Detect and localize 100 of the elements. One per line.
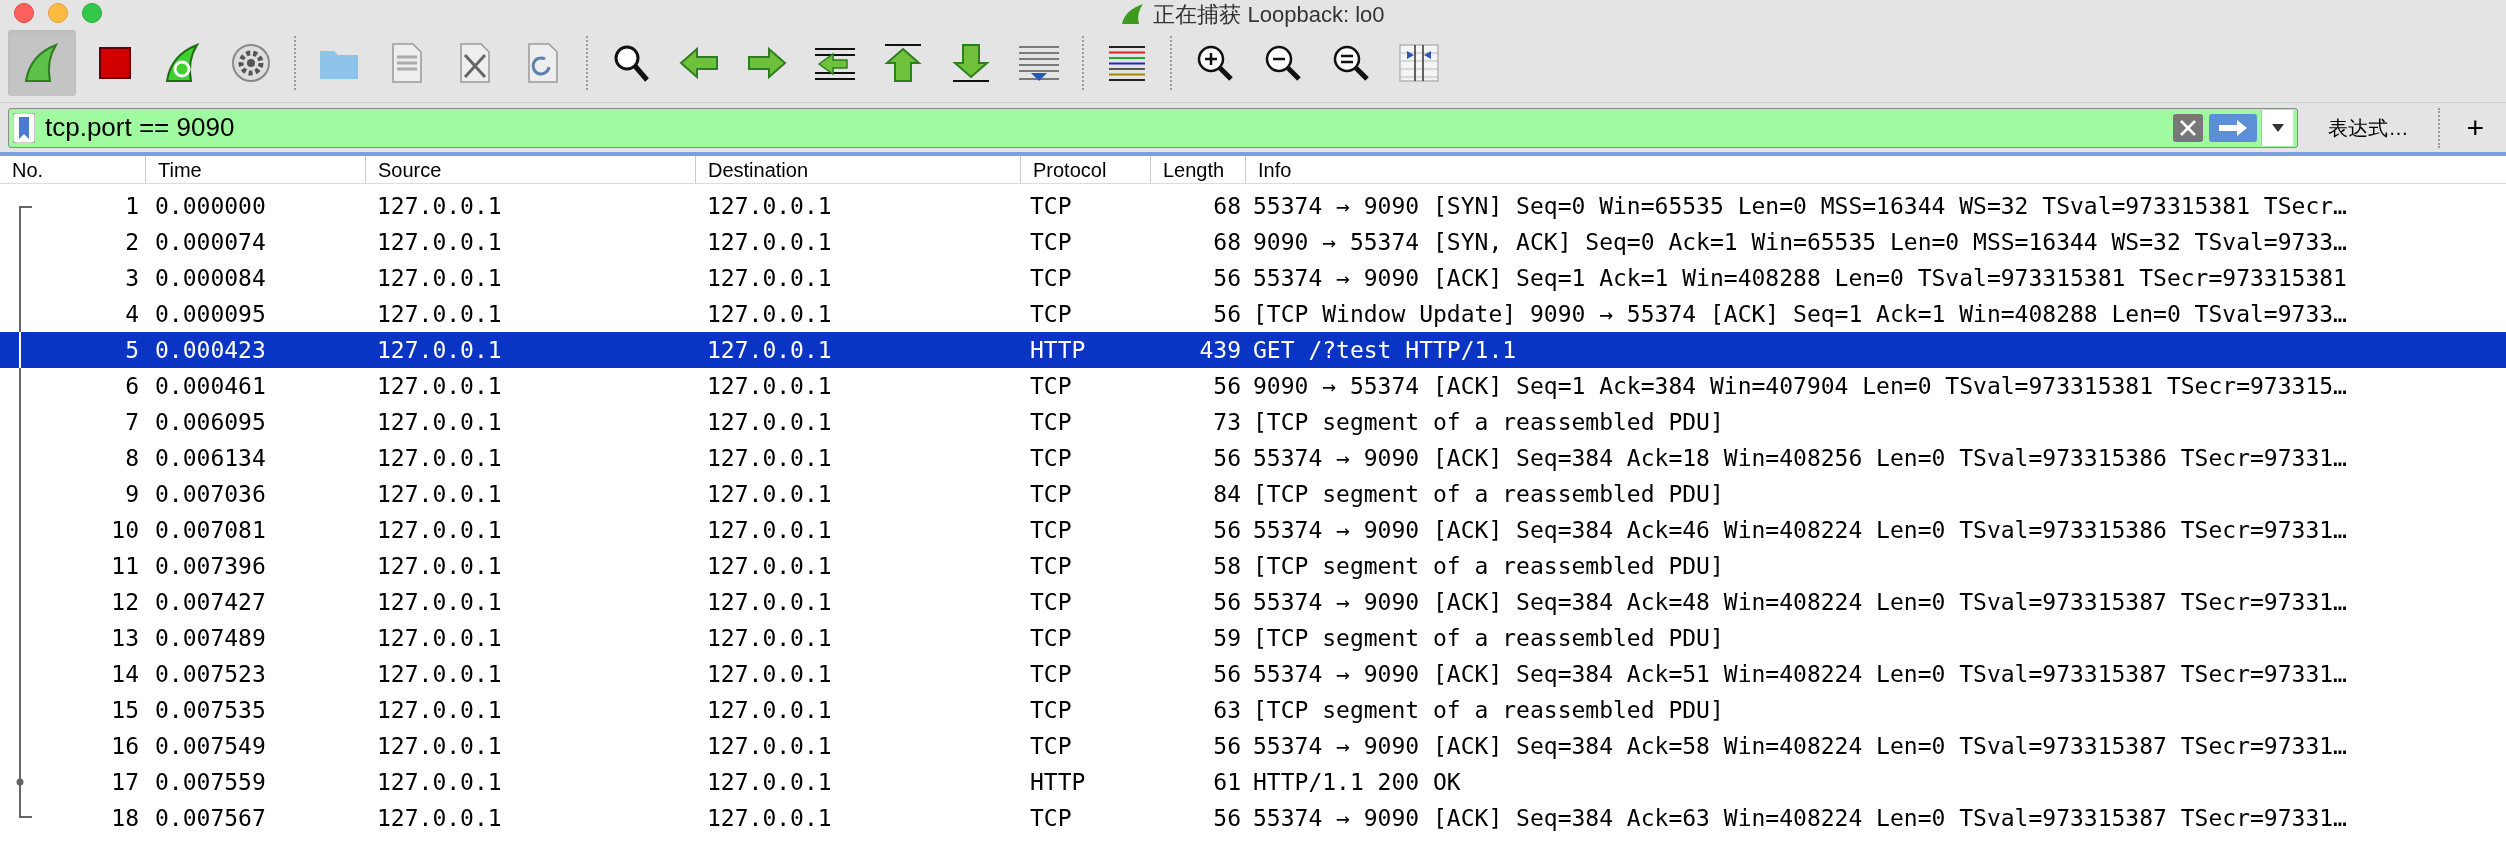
table-cell: 127.0.0.1	[377, 408, 502, 435]
column-header[interactable]: Length	[1163, 154, 1225, 185]
table-cell: [TCP segment of a reassembled PDU]	[1253, 408, 1724, 435]
table-cell: 0.007489	[155, 624, 266, 651]
table-cell: 9090 → 55374 [SYN, ACK] Seq=0 Ack=1 Win=65535 Len=0 MSS=16344 WS=32 TSval=9733…	[1253, 228, 2347, 255]
table-cell: [TCP segment of a reassembled PDU]	[1253, 696, 1724, 723]
table-cell: [TCP segment of a reassembled PDU]	[1253, 624, 1724, 651]
table-cell: 127.0.0.1	[377, 192, 502, 219]
table-cell: 127.0.0.1	[707, 624, 832, 651]
table-cell: 56	[1213, 588, 1241, 615]
table-cell: 0.000000	[155, 192, 266, 219]
table-cell: 58	[1213, 552, 1241, 579]
table-cell-text: 16	[110, 731, 139, 761]
table-cell: 127.0.0.1	[377, 696, 502, 723]
column-header[interactable]: Time	[158, 154, 202, 185]
table-cell: 127.0.0.1	[707, 228, 832, 255]
table-cell: 56	[1213, 804, 1241, 831]
table-cell: HTTP	[1030, 336, 1086, 363]
packet-row[interactable]: 5 0.000423 127.0.0.1 127.0.0.1 HTTP 439 GET /?test HTTP/1.1	[0, 332, 2506, 368]
table-cell: 63	[1213, 696, 1241, 723]
table-cell: 56	[1213, 372, 1241, 399]
column-header[interactable]: No.	[12, 154, 44, 185]
table-cell-text: 2	[124, 227, 139, 257]
display-filter-field[interactable]: tcp.port == 9090	[8, 107, 2299, 148]
table-cell: 127.0.0.1	[707, 732, 832, 759]
table-cell: 127.0.0.1	[707, 192, 832, 219]
table-cell: TCP	[1030, 660, 1072, 687]
table-cell: 55374 → 9090 [ACK] Seq=384 Ack=46 Win=408224 Len=0 TSval=973315386 TSecr=97331…	[1253, 516, 2347, 543]
table-cell: TCP	[1030, 480, 1072, 507]
column-header[interactable]: Source	[378, 154, 442, 185]
bookmark-icon	[13, 112, 35, 143]
clear-filter-button[interactable]	[2173, 113, 2204, 142]
table-cell-text: 5	[124, 335, 139, 365]
table-cell-text: 15	[110, 695, 139, 725]
table-cell: [TCP Window Update] 9090 → 55374 [ACK] Seq=1 Ack=1 Win=408288 Len=0 TSval=9733…	[1253, 300, 2347, 327]
table-cell: 0.000084	[155, 264, 266, 291]
table-cell: 0.006095	[155, 408, 266, 435]
table-cell: 55374 → 9090 [ACK] Seq=384 Ack=58 Win=408224 Len=0 TSval=973315387 TSecr=97331…	[1253, 732, 2347, 759]
table-cell: 55374 → 9090 [ACK] Seq=384 Ack=48 Win=408224 Len=0 TSval=973315387 TSecr=97331…	[1253, 588, 2347, 615]
table-cell: 0.007559	[155, 768, 266, 795]
table-cell: 73	[1213, 408, 1241, 435]
table-cell-text: 10	[110, 515, 139, 545]
table-cell: 59	[1213, 624, 1241, 651]
table-cell: 0.007567	[155, 804, 266, 831]
filter-text: tcp.port == 9090	[45, 111, 236, 144]
gear-icon	[229, 41, 273, 85]
table-cell: 127.0.0.1	[707, 516, 832, 543]
table-cell: 0.007535	[155, 696, 266, 723]
table-cell: HTTP	[1030, 768, 1086, 795]
close-window-button[interactable]	[14, 3, 34, 23]
table-cell: GET /?test HTTP/1.1	[1253, 336, 1517, 363]
table-cell: 127.0.0.1	[707, 480, 832, 507]
table-cell: 127.0.0.1	[707, 552, 832, 579]
column-header[interactable]: Protocol	[1033, 154, 1107, 185]
table-cell: 127.0.0.1	[707, 372, 832, 399]
table-cell: 55374 → 9090 [ACK] Seq=384 Ack=63 Win=408224 Len=0 TSval=973315387 TSecr=97331…	[1253, 804, 2347, 831]
table-cell: 0.007427	[155, 588, 266, 615]
maximize-window-button[interactable]	[82, 3, 102, 23]
table-cell: 127.0.0.1	[377, 768, 502, 795]
table-cell: 0.007396	[155, 552, 266, 579]
table-cell: 0.007549	[155, 732, 266, 759]
table-cell: 56	[1213, 516, 1241, 543]
table-cell: 127.0.0.1	[377, 228, 502, 255]
table-cell: 61	[1213, 768, 1241, 795]
table-cell: TCP	[1030, 300, 1072, 327]
table-cell: 0.007036	[155, 480, 266, 507]
table-cell-text: 17	[110, 767, 139, 797]
table-cell: 127.0.0.1	[707, 588, 832, 615]
table-cell-text: 4	[124, 299, 139, 329]
filter-history-dropdown[interactable]	[2261, 109, 2294, 146]
table-cell: 0.000423	[155, 336, 266, 363]
column-header[interactable]: Info	[1258, 154, 1292, 185]
table-cell-text: 7	[124, 407, 139, 437]
table-cell: 55374 → 9090 [ACK] Seq=1 Ack=1 Win=408288 Len=0 TSval=973315381 TSecr=973315381	[1253, 264, 2347, 291]
table-cell: TCP	[1030, 516, 1072, 543]
table-cell: 9090 → 55374 [ACK] Seq=1 Ack=384 Win=407904 Len=0 TSval=973315381 TSecr=973315…	[1253, 372, 2347, 399]
table-cell: TCP	[1030, 732, 1072, 759]
table-cell: 0.000074	[155, 228, 266, 255]
table-cell: 56	[1213, 444, 1241, 471]
table-cell: 127.0.0.1	[377, 336, 502, 363]
table-cell: TCP	[1030, 192, 1072, 219]
add-filter-button[interactable]: +	[2452, 105, 2498, 150]
table-cell: 127.0.0.1	[377, 552, 502, 579]
shark-fin-icon	[1121, 4, 1146, 24]
table-cell-text: 9	[124, 479, 139, 509]
table-cell: TCP	[1030, 408, 1072, 435]
resize-columns-icon	[1397, 41, 1441, 85]
table-cell: 56	[1213, 660, 1241, 687]
table-cell: TCP	[1030, 444, 1072, 471]
table-cell-text: 11	[110, 551, 139, 581]
table-cell: 0.000461	[155, 372, 266, 399]
expression-button[interactable]: 表达式…	[2310, 112, 2427, 143]
table-cell: 127.0.0.1	[377, 300, 502, 327]
table-cell: HTTP/1.1 200 OK	[1253, 768, 1461, 795]
table-cell-text: 8	[124, 443, 139, 473]
table-cell: 127.0.0.1	[377, 372, 502, 399]
table-cell-text: 1	[124, 191, 139, 221]
column-header[interactable]: Destination	[708, 154, 809, 185]
table-cell: 55374 → 9090 [ACK] Seq=384 Ack=18 Win=408256 Len=0 TSval=973315386 TSecr=97331…	[1253, 444, 2347, 471]
table-cell: 55374 → 9090 [ACK] Seq=384 Ack=51 Win=408224 Len=0 TSval=973315387 TSecr=97331…	[1253, 660, 2347, 687]
